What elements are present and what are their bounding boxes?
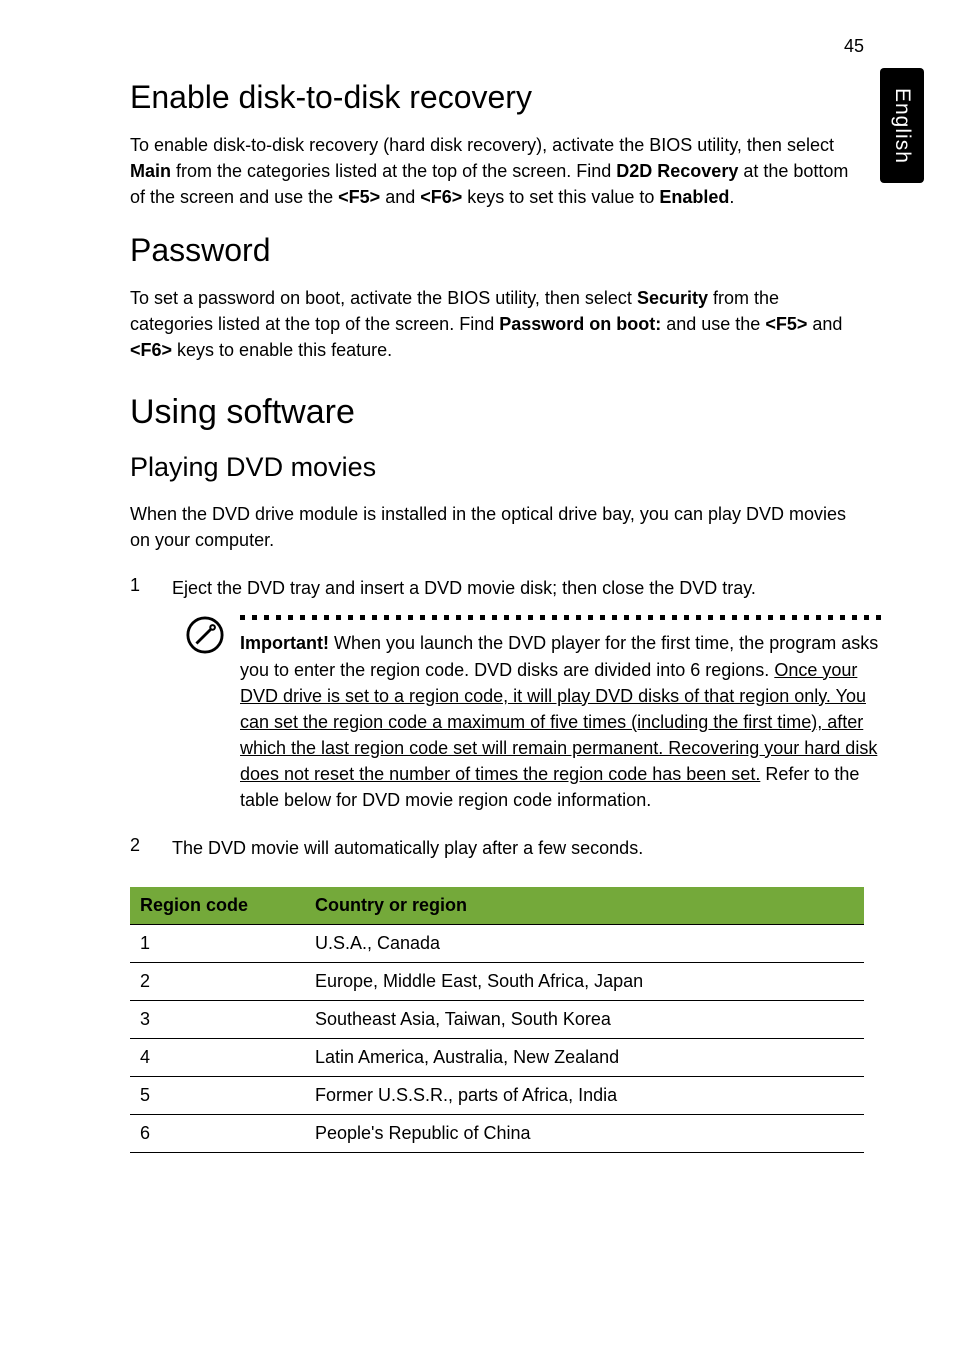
cell-region: 6 <box>130 1115 305 1153</box>
text-bold: Password on boot: <box>499 314 661 334</box>
cell-region: 1 <box>130 925 305 963</box>
cell-country: Former U.S.S.R., parts of Africa, India <box>305 1077 864 1115</box>
text-bold: D2D Recovery <box>616 161 738 181</box>
step-text: The DVD movie will automatically play af… <box>172 835 864 861</box>
text: from the categories listed at the top of… <box>171 161 616 181</box>
heading-playing-dvd: Playing DVD movies <box>130 452 864 483</box>
text-bold: <F6> <box>420 187 462 207</box>
text-bold: Enabled <box>659 187 729 207</box>
th-country: Country or region <box>305 887 864 925</box>
text-bold: <F5> <box>338 187 380 207</box>
cell-country: U.S.A., Canada <box>305 925 864 963</box>
table-row: 3 Southeast Asia, Taiwan, South Korea <box>130 1001 864 1039</box>
para-disk-recovery: To enable disk-to-disk recovery (hard di… <box>130 132 864 210</box>
text: and <box>807 314 842 334</box>
cell-country: Southeast Asia, Taiwan, South Korea <box>305 1001 864 1039</box>
cell-country: Latin America, Australia, New Zealand <box>305 1039 864 1077</box>
note-text: Important! When you launch the DVD playe… <box>240 630 881 813</box>
text: To enable disk-to-disk recovery (hard di… <box>130 135 834 155</box>
text: keys to enable this feature. <box>172 340 392 360</box>
cell-region: 5 <box>130 1077 305 1115</box>
region-code-table: Region code Country or region 1 U.S.A., … <box>130 887 864 1153</box>
text: . <box>729 187 734 207</box>
step-number: 1 <box>130 575 148 596</box>
language-tab: English <box>880 68 924 183</box>
step-1: 1 Eject the DVD tray and insert a DVD mo… <box>130 575 864 601</box>
table-row: 2 Europe, Middle East, South Africa, Jap… <box>130 963 864 1001</box>
heading-disk-recovery: Enable disk-to-disk recovery <box>130 79 864 116</box>
dotted-rule <box>240 615 881 620</box>
cell-region: 3 <box>130 1001 305 1039</box>
para-dvd-intro: When the DVD drive module is installed i… <box>130 501 864 553</box>
para-password: To set a password on boot, activate the … <box>130 285 864 363</box>
text: To set a password on boot, activate the … <box>130 288 637 308</box>
table-row: 6 People's Republic of China <box>130 1115 864 1153</box>
page: 45 English Enable disk-to-disk recovery … <box>0 0 954 1369</box>
heading-using-software: Using software <box>130 393 864 432</box>
table-row: 1 U.S.A., Canada <box>130 925 864 963</box>
heading-password: Password <box>130 232 864 269</box>
text-bold: <F5> <box>765 314 807 334</box>
note-content: Important! When you launch the DVD playe… <box>240 615 881 813</box>
text-bold: Security <box>637 288 708 308</box>
step-text: Eject the DVD tray and insert a DVD movi… <box>172 575 864 601</box>
cell-region: 2 <box>130 963 305 1001</box>
cell-region: 4 <box>130 1039 305 1077</box>
text-bold: Main <box>130 161 171 181</box>
table-row: 5 Former U.S.S.R., parts of Africa, Indi… <box>130 1077 864 1115</box>
text: and use the <box>661 314 765 334</box>
important-note: Important! When you launch the DVD playe… <box>186 615 864 813</box>
step-number: 2 <box>130 835 148 856</box>
info-icon <box>186 616 224 654</box>
text-bold: <F6> <box>130 340 172 360</box>
text: keys to set this value to <box>462 187 659 207</box>
cell-country: People's Republic of China <box>305 1115 864 1153</box>
table-row: 4 Latin America, Australia, New Zealand <box>130 1039 864 1077</box>
step-2: 2 The DVD movie will automatically play … <box>130 835 864 861</box>
text: and <box>380 187 420 207</box>
cell-country: Europe, Middle East, South Africa, Japan <box>305 963 864 1001</box>
table-header-row: Region code Country or region <box>130 887 864 925</box>
th-region-code: Region code <box>130 887 305 925</box>
page-number: 45 <box>130 36 864 57</box>
text-bold: Important! <box>240 633 329 653</box>
